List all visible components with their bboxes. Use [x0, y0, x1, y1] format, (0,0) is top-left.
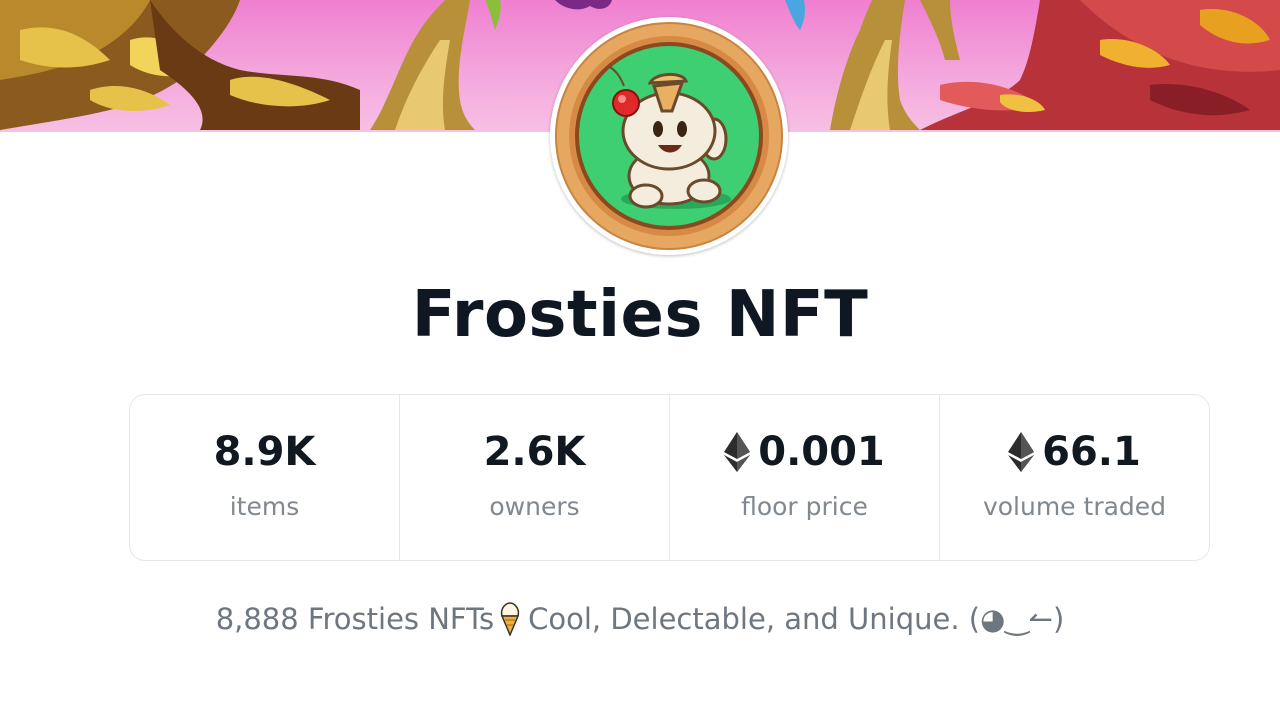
frosty-mascot-image [555, 22, 783, 250]
ice-cream-icon [500, 602, 520, 636]
stat-value: 2.6K [484, 426, 586, 478]
stat-items[interactable]: 8.9K items [130, 395, 400, 560]
stat-value: 66.1 [1008, 426, 1141, 478]
description-text-end: Cool, Delectable, and Unique. (◕‿↼) [528, 602, 1065, 636]
stat-value: 0.001 [724, 426, 885, 478]
collection-description: 8,888 Frosties NFTs Cool, Delectable, an… [0, 600, 1280, 636]
stat-value: 8.9K [214, 426, 316, 478]
stat-value-text: 2.6K [483, 429, 586, 475]
collection-stats: 8.9K items 2.6K owners 0.001 floor price [129, 394, 1210, 561]
stat-owners[interactable]: 2.6K owners [400, 395, 670, 560]
description-text-start: 8,888 Frosties NFTs [215, 602, 495, 636]
stat-label: volume traded [982, 492, 1167, 521]
collection-title: Frosties NFT [411, 278, 869, 352]
stat-label: items [229, 492, 300, 521]
stat-label: floor price [741, 492, 868, 521]
stat-volume-traded[interactable]: 66.1 volume traded [940, 395, 1209, 560]
collection-avatar[interactable] [550, 17, 788, 255]
stat-value-text: 0.001 [758, 429, 885, 475]
stat-value-text: 66.1 [1042, 429, 1141, 475]
stat-label: owners [489, 492, 580, 521]
ethereum-icon [724, 432, 751, 472]
stat-value-text: 8.9K [213, 429, 316, 475]
stat-floor-price[interactable]: 0.001 floor price [670, 395, 940, 560]
collection-page: Frosties NFT 8.9K items 2.6K owners 0.00… [0, 0, 1280, 720]
ethereum-icon [1008, 432, 1035, 472]
